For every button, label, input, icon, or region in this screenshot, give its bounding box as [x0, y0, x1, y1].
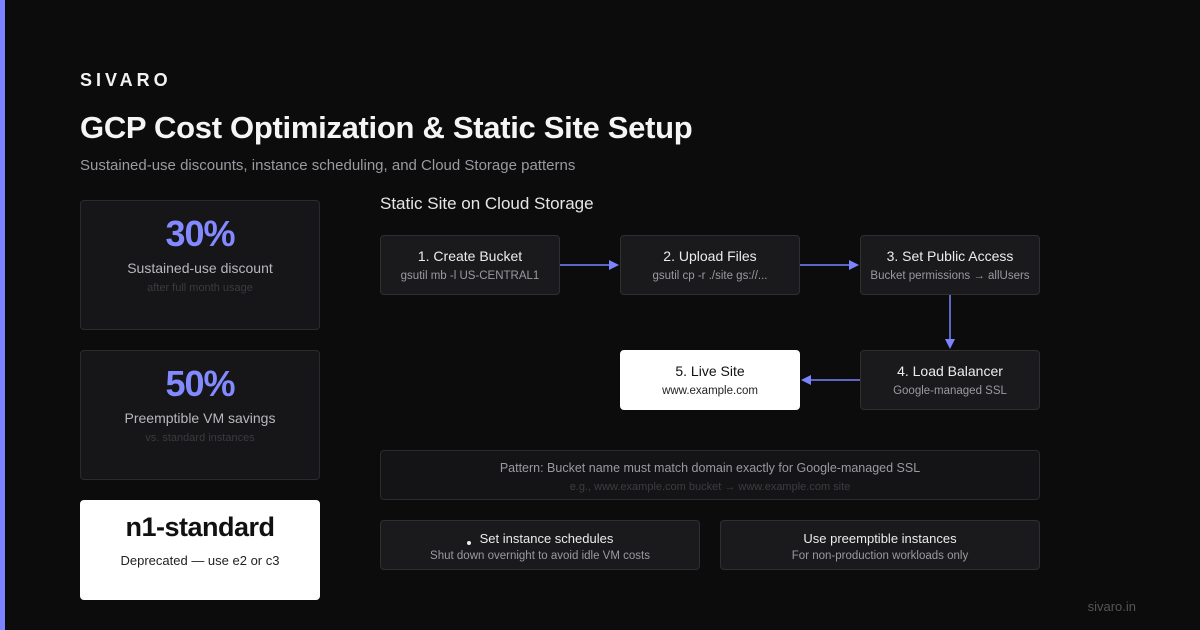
- step-detail: Bucket permissions → allUsers: [870, 270, 1030, 282]
- step-load-balancer: 4. Load Balancer Google-managed SSL: [860, 350, 1040, 410]
- step-detail: Google-managed SSL: [893, 385, 1007, 397]
- step-set-public-access: 3. Set Public Access Bucket permissions …: [860, 235, 1040, 295]
- tip-instance-schedules: Set instance schedules Shut down overnig…: [380, 520, 700, 570]
- bullet-icon: [466, 540, 471, 545]
- tip-detail: For non-production workloads only: [791, 550, 969, 562]
- step-detail: gsutil cp -r ./site gs://...: [652, 270, 768, 282]
- step-title: 2. Upload Files: [663, 248, 757, 264]
- footer-url: sivaro.in: [1087, 599, 1136, 614]
- step-upload-files: 2. Upload Files gsutil cp -r ./site gs:/…: [620, 235, 800, 295]
- step-detail: www.example.com: [662, 385, 758, 397]
- tip-title: Use preemptible instances: [803, 531, 957, 546]
- step-title: 3. Set Public Access: [886, 248, 1014, 264]
- tip-detail: Shut down overnight to avoid idle VM cos…: [430, 550, 650, 562]
- pattern-example: e.g., www.example.com bucket → www.examp…: [569, 481, 851, 493]
- step-title: 4. Load Balancer: [897, 363, 1003, 379]
- pattern-note: Pattern: Bucket name must match domain e…: [380, 450, 1040, 500]
- step-live-site: 5. Live Site www.example.com: [620, 350, 800, 410]
- tip-title: Set instance schedules: [479, 531, 614, 546]
- pattern-text: Pattern: Bucket name must match domain e…: [499, 461, 921, 475]
- step-detail: gsutil mb -l US-CENTRAL1: [400, 270, 540, 282]
- step-title: 1. Create Bucket: [417, 248, 523, 264]
- tip-preemptible-instances: Use preemptible instances For non-produc…: [720, 520, 1040, 570]
- step-title: 5. Live Site: [675, 363, 745, 379]
- step-create-bucket: 1. Create Bucket gsutil mb -l US-CENTRAL…: [380, 235, 560, 295]
